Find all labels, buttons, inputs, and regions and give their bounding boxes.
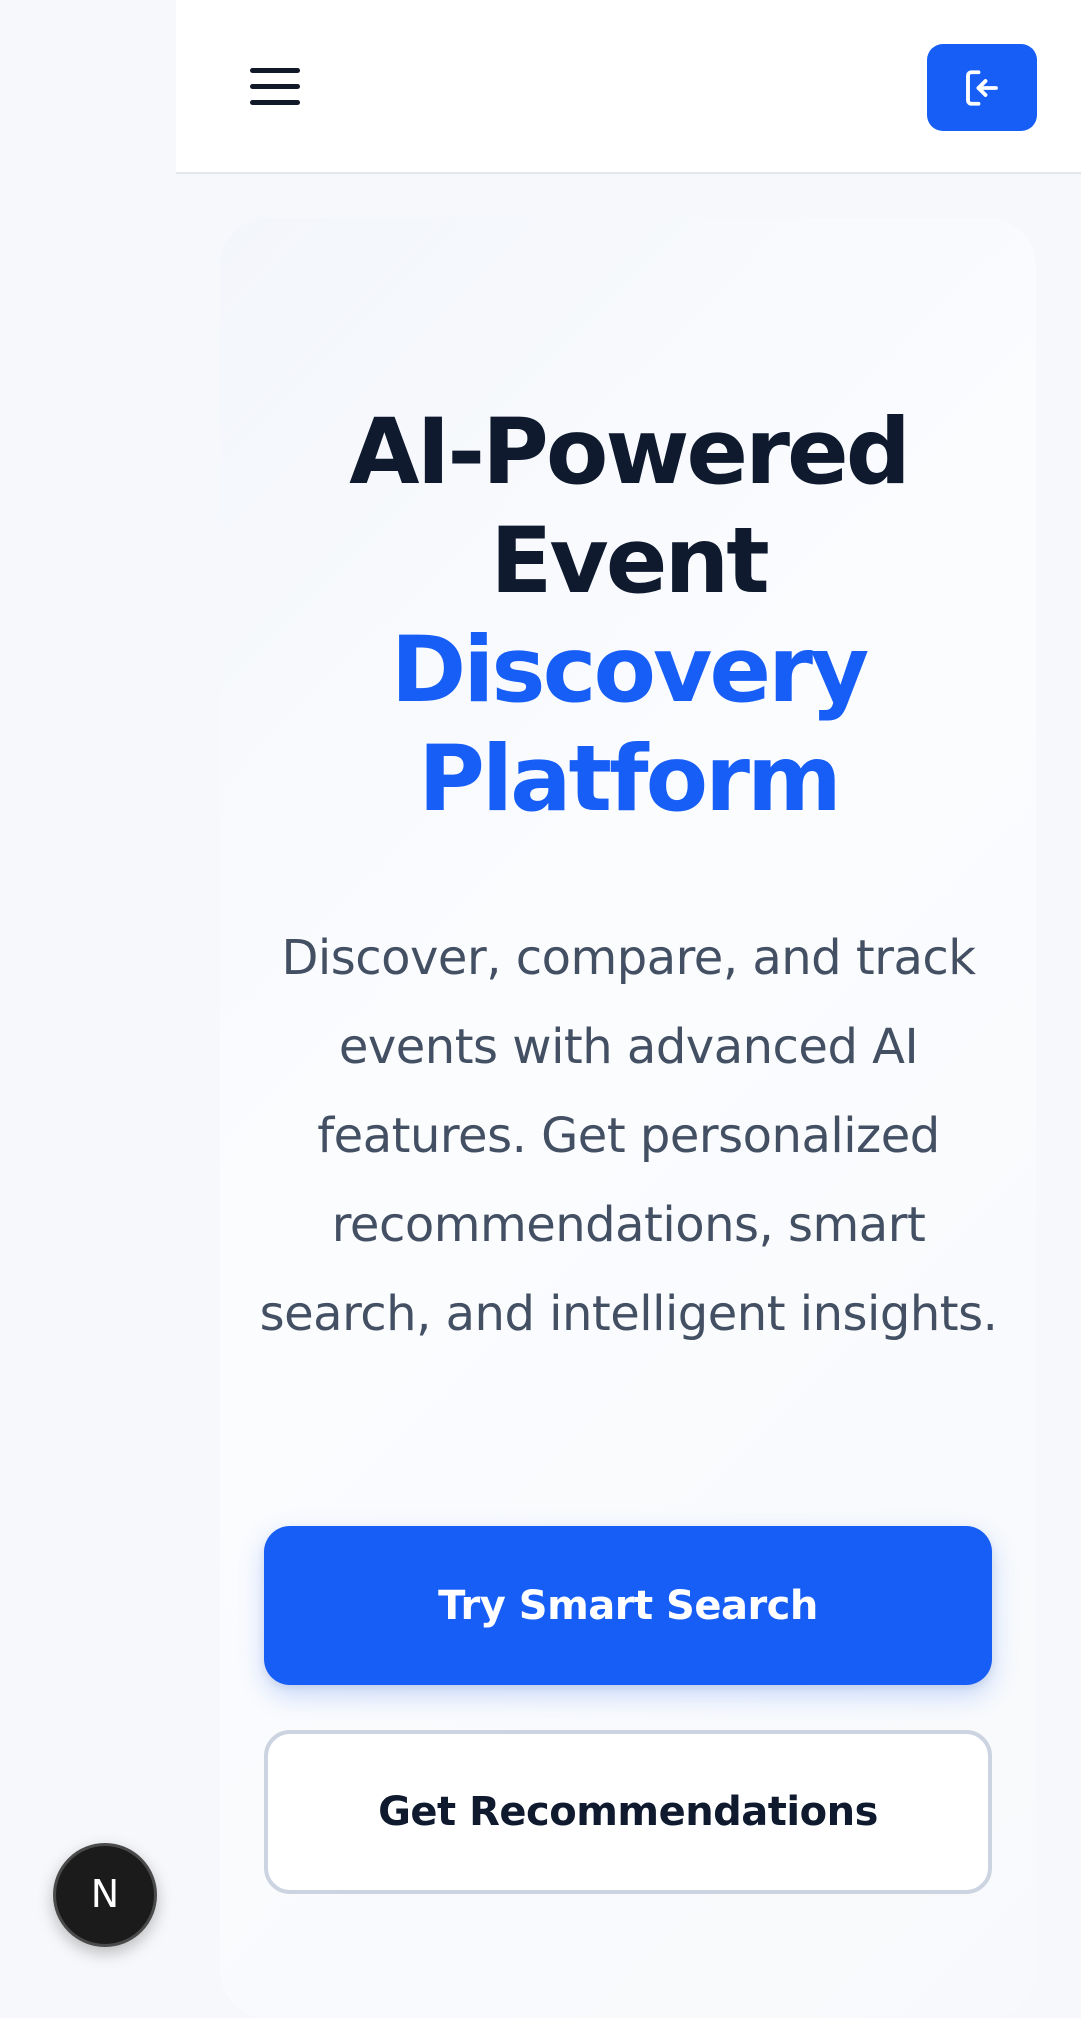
hero-title: AI-Powered Event Discovery Platform: [176, 398, 1081, 834]
hero-title-line: AI-Powered: [349, 400, 911, 505]
top-bar: [176, 0, 1081, 174]
hero-description: Discover, compare, and track events with…: [259, 930, 998, 1342]
dev-badge-label: N: [91, 1872, 119, 1916]
get-recommendations-button[interactable]: Get Recommendations: [264, 1730, 992, 1894]
login-icon: [966, 69, 998, 106]
main-content: AI-Powered Event Discovery Platform Disc…: [176, 176, 1081, 2018]
hero-title-line: Event: [490, 509, 769, 614]
try-smart-search-button[interactable]: Try Smart Search: [264, 1526, 992, 1685]
n-logo-icon: N: [91, 1872, 119, 1916]
login-button[interactable]: [927, 44, 1037, 131]
menu-button[interactable]: [248, 62, 302, 112]
sidebar-strip: [0, 0, 176, 1999]
dev-tools-badge[interactable]: N: [53, 1843, 157, 1947]
hero-title-accent-line: Platform: [418, 727, 842, 832]
hero-title-accent-line: Discovery: [390, 618, 870, 723]
hamburger-menu-icon: [250, 68, 300, 105]
